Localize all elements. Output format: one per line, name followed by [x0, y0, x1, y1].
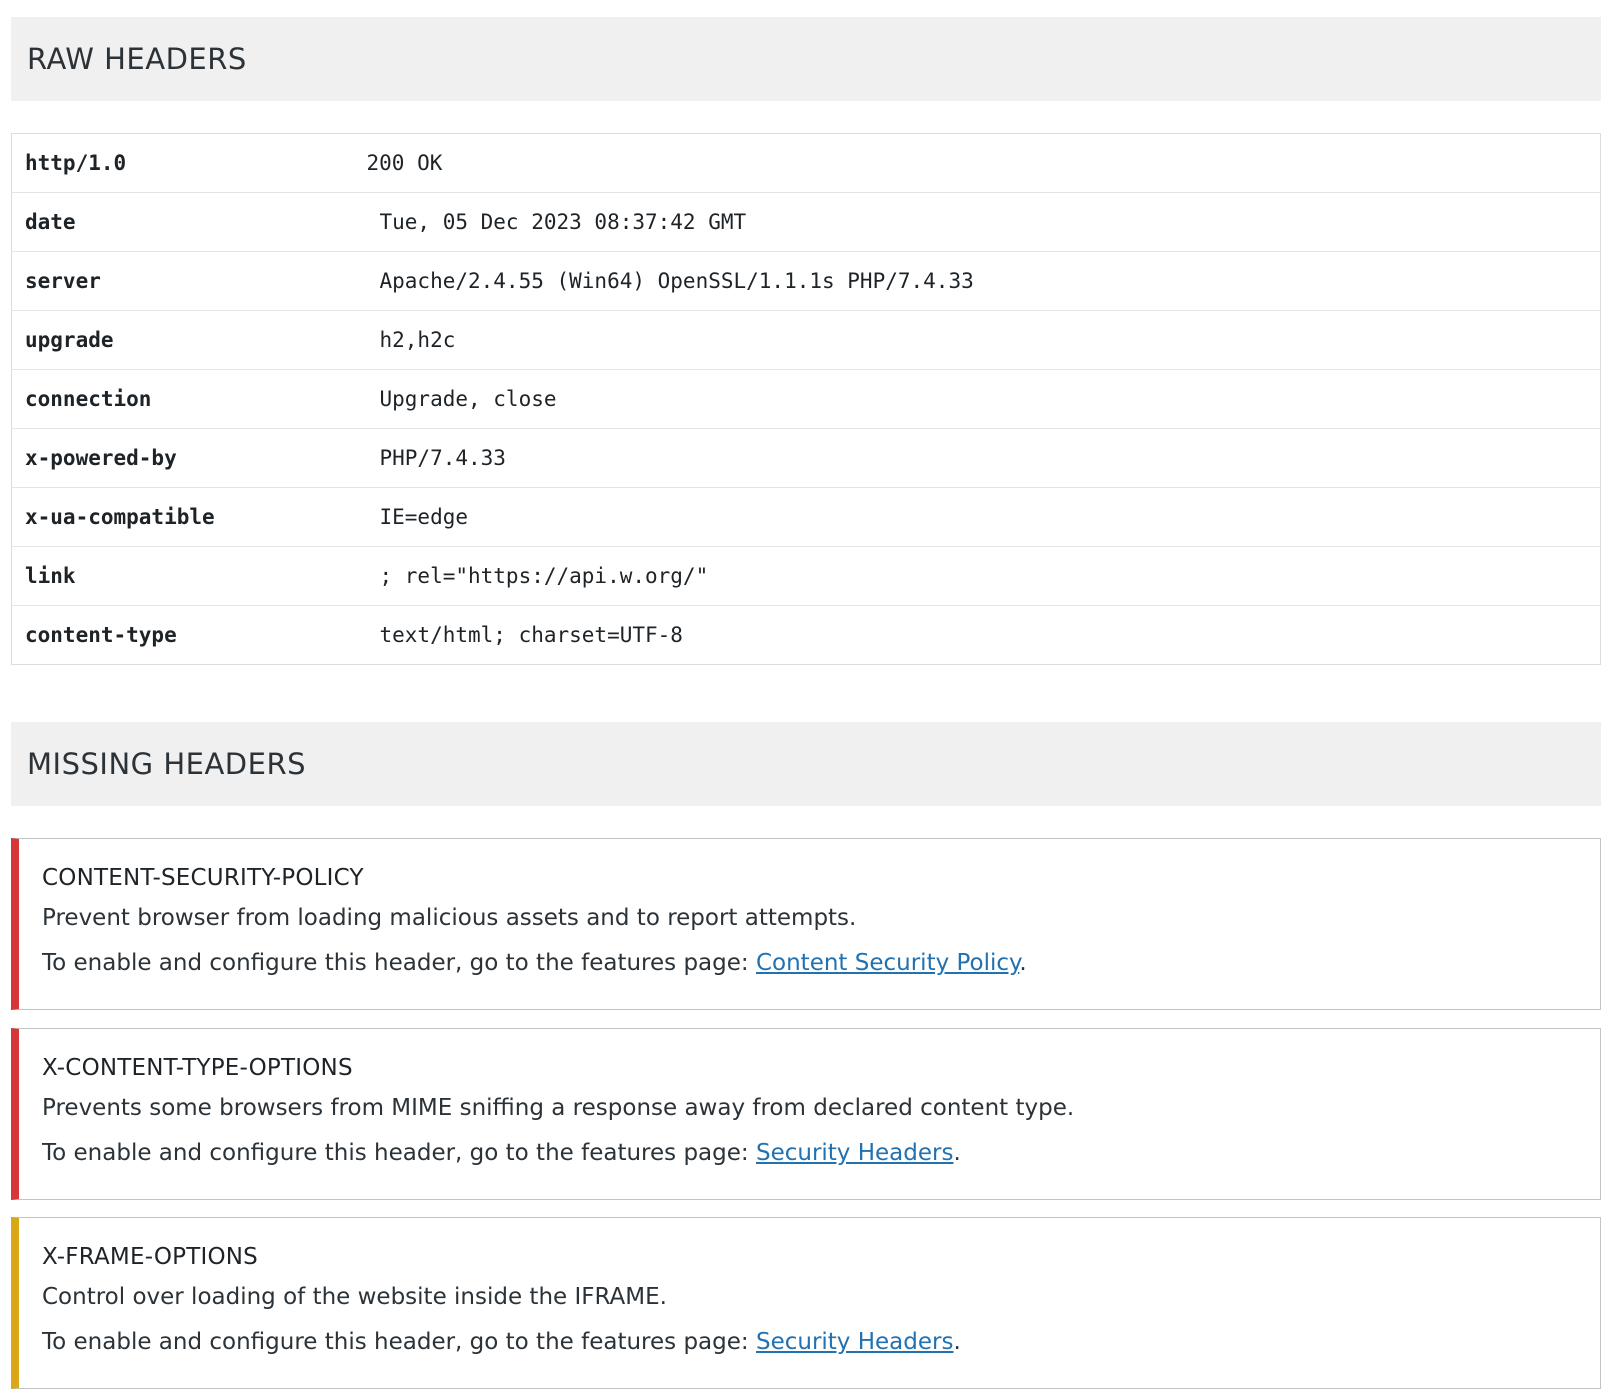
raw-headers-table: http/1.0 200 OK date Tue, 05 Dec 2023 08… — [11, 133, 1601, 665]
missing-header-enable-note: To enable and configure this header, go … — [42, 950, 1027, 976]
header-key: server — [11, 251, 367, 311]
table-row: x-ua-compatible IE=edge — [11, 487, 1601, 547]
table-row: http/1.0 200 OK — [11, 133, 1601, 193]
header-value: ; rel="https://api.w.org/" — [366, 546, 1601, 606]
missing-header-enable-note: To enable and configure this header, go … — [42, 1140, 961, 1166]
header-key: x-ua-compatible — [11, 487, 367, 547]
table-row: link ; rel="https://api.w.org/" — [11, 546, 1601, 606]
missing-header-name: CONTENT-SECURITY-POLICY — [42, 865, 364, 891]
header-value: Apache/2.4.55 (Win64) OpenSSL/1.1.1s PHP… — [366, 251, 1601, 311]
missing-header-enable-note: To enable and configure this header, go … — [42, 1329, 961, 1355]
table-row: server Apache/2.4.55 (Win64) OpenSSL/1.1… — [11, 251, 1601, 311]
header-value: 200 OK — [366, 133, 1601, 193]
missing-headers-section-header: MISSING HEADERS — [11, 722, 1601, 806]
header-key: x-powered-by — [11, 428, 367, 488]
table-row: date Tue, 05 Dec 2023 08:37:42 GMT — [11, 192, 1601, 252]
missing-header-name: X-FRAME-OPTIONS — [42, 1244, 258, 1270]
missing-header-name: X-CONTENT-TYPE-OPTIONS — [42, 1055, 353, 1081]
header-key: date — [11, 192, 367, 252]
enable-note-text: To enable and configure this header, go … — [42, 1329, 756, 1355]
missing-header-description: Prevents some browsers from MIME sniffin… — [42, 1095, 1075, 1121]
table-row: x-powered-by PHP/7.4.33 — [11, 428, 1601, 488]
enable-note-text: To enable and configure this header, go … — [42, 950, 756, 976]
missing-header-description: Control over loading of the website insi… — [42, 1284, 667, 1310]
enable-note-text: To enable and configure this header, go … — [42, 1140, 756, 1166]
header-key: link — [11, 546, 367, 606]
table-row: connection Upgrade, close — [11, 369, 1601, 429]
security-headers-link[interactable]: Security Headers — [756, 1140, 954, 1166]
missing-headers-title: MISSING HEADERS — [27, 747, 307, 781]
raw-headers-title: RAW HEADERS — [27, 42, 247, 76]
header-value: text/html; charset=UTF-8 — [379, 623, 683, 647]
header-key: connection — [11, 369, 367, 429]
content-security-policy-link[interactable]: Content Security Policy — [756, 950, 1019, 976]
header-value: Tue, 05 Dec 2023 08:37:42 GMT — [366, 192, 1601, 252]
table-row: content-type text/html; charset=UTF-8 — [12, 606, 1601, 665]
raw-headers-section-header: RAW HEADERS — [11, 17, 1601, 101]
header-key: content-type — [25, 623, 177, 647]
missing-header-card-csp: CONTENT-SECURITY-POLICY Prevent browser … — [11, 838, 1601, 1010]
missing-header-description: Prevent browser from loading malicious a… — [42, 905, 857, 931]
header-value: IE=edge — [366, 487, 1601, 547]
page: RAW HEADERS http/1.0 200 OK date Tue, 05… — [0, 0, 1606, 1397]
security-headers-link[interactable]: Security Headers — [756, 1329, 954, 1355]
missing-header-card-x-frame-options: X-FRAME-OPTIONS Control over loading of … — [11, 1217, 1601, 1389]
header-key: upgrade — [11, 310, 367, 370]
header-value: h2,h2c — [366, 310, 1601, 370]
header-value: PHP/7.4.33 — [366, 428, 1601, 488]
header-value: Upgrade, close — [366, 369, 1601, 429]
missing-header-card-x-content-type-options: X-CONTENT-TYPE-OPTIONS Prevents some bro… — [11, 1028, 1601, 1200]
table-row: upgrade h2,h2c — [11, 310, 1601, 370]
header-key: http/1.0 — [11, 133, 367, 193]
